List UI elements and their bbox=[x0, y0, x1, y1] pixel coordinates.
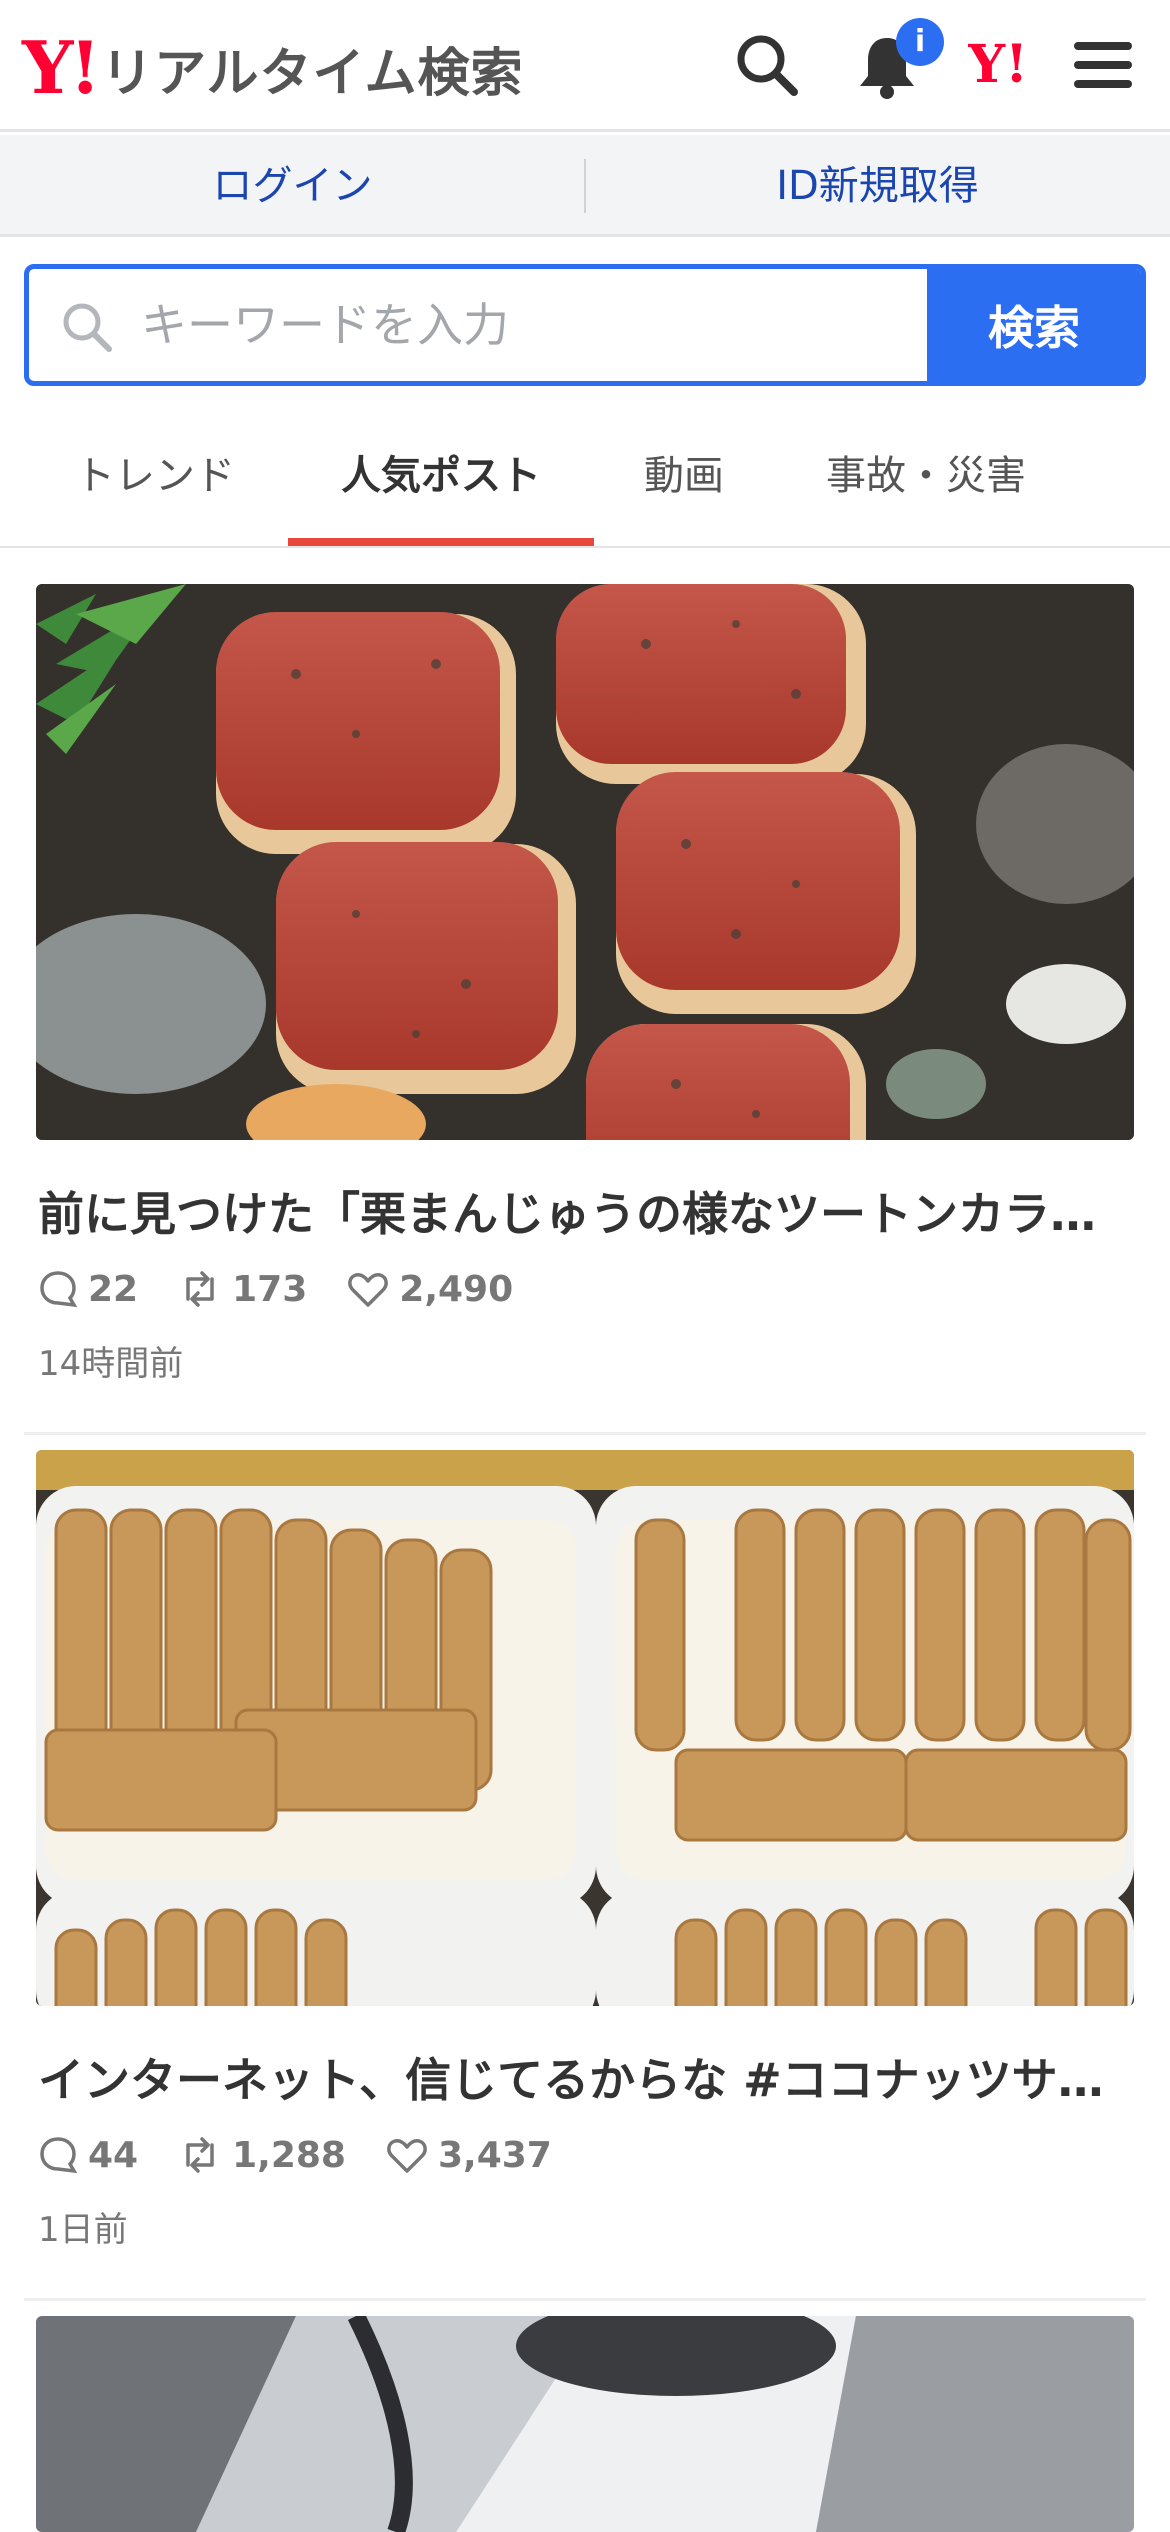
tab-trend[interactable]: トレンド bbox=[30, 410, 280, 548]
login-link[interactable]: ログイン bbox=[0, 135, 585, 237]
repost-icon bbox=[186, 1271, 214, 1307]
repost-icon bbox=[186, 2137, 214, 2173]
like-count-value: 3,437 bbox=[437, 2134, 552, 2176]
reply-icon bbox=[40, 1271, 78, 1308]
yahoo-logo-mark: Y! bbox=[22, 25, 101, 110]
reply-count[interactable]: 22 bbox=[38, 1269, 138, 1310]
like-count[interactable]: 2,490 bbox=[347, 1269, 513, 1310]
site-logo[interactable]: Y! リアルタイム検索 bbox=[22, 28, 523, 108]
login-bar: ログイン ID新規取得 bbox=[0, 135, 1170, 237]
like-count[interactable]: 3,437 bbox=[386, 2135, 552, 2176]
repost-count-value: 173 bbox=[232, 1268, 308, 1310]
card-divider bbox=[24, 1432, 1146, 1435]
post-time: 1日前 bbox=[38, 2210, 128, 2250]
svg-text:Y!: Y! bbox=[968, 34, 1028, 94]
reply-count-value: 22 bbox=[88, 1268, 139, 1310]
post-time: 14時間前 bbox=[38, 1344, 184, 1384]
reply-count-value: 44 bbox=[88, 2134, 139, 2176]
search-box: 検索 bbox=[24, 264, 1146, 386]
search-button[interactable]: 検索 bbox=[927, 269, 1141, 381]
post-title[interactable]: 前に見つけた「栗まんじゅうの様なツートンカラーの石」 bbox=[38, 1178, 1134, 1244]
notification-badge[interactable]: i bbox=[896, 18, 944, 66]
post-title[interactable]: インターネット、信じてるからな #ココナッツサブレ bbox=[38, 2044, 1134, 2110]
post-card[interactable]: 前に見つけた「栗まんじゅうの様なツートンカラーの石」 22 173 2,490 … bbox=[0, 584, 1170, 1436]
repost-count[interactable]: 1,288 bbox=[178, 2135, 346, 2176]
search-icon[interactable] bbox=[732, 30, 802, 100]
tab-popular-posts[interactable]: 人気ポスト bbox=[288, 410, 594, 548]
tab-videos[interactable]: 動画 bbox=[594, 410, 774, 548]
heart-icon bbox=[387, 2139, 427, 2173]
post-image[interactable] bbox=[36, 2316, 1134, 2532]
tab-accidents-disasters[interactable]: 事故・災害 bbox=[774, 410, 1078, 548]
menu-icon[interactable] bbox=[1068, 30, 1138, 100]
post-stats: 44 1,288 3,437 bbox=[38, 2130, 592, 2180]
yahoo-logo-icon[interactable]: Y! bbox=[967, 34, 1048, 104]
heart-icon bbox=[348, 1273, 389, 1307]
search-input[interactable] bbox=[141, 269, 941, 381]
category-tabs: トレンド 人気ポスト 動画 事故・災害 bbox=[0, 410, 1170, 548]
reply-count[interactable]: 44 bbox=[38, 2135, 138, 2176]
active-tab-indicator bbox=[288, 538, 594, 546]
reply-icon bbox=[40, 2137, 78, 2174]
repost-count[interactable]: 173 bbox=[178, 1269, 307, 1310]
card-divider bbox=[24, 2298, 1146, 2301]
post-card[interactable] bbox=[0, 2316, 1170, 2532]
post-image[interactable] bbox=[36, 1450, 1134, 2006]
post-card[interactable]: インターネット、信じてるからな #ココナッツサブレ 44 1,288 3,437… bbox=[0, 1450, 1170, 2302]
site-title: リアルタイム検索 bbox=[101, 43, 524, 104]
like-count-value: 2,490 bbox=[399, 1268, 514, 1310]
post-stats: 22 173 2,490 bbox=[38, 1264, 553, 1314]
app-header: Y! リアルタイム検索 i Y! bbox=[0, 0, 1170, 132]
post-image[interactable] bbox=[36, 584, 1134, 1140]
register-link[interactable]: ID新規取得 bbox=[585, 135, 1170, 237]
repost-count-value: 1,288 bbox=[232, 2134, 346, 2176]
search-field-icon bbox=[59, 299, 115, 355]
